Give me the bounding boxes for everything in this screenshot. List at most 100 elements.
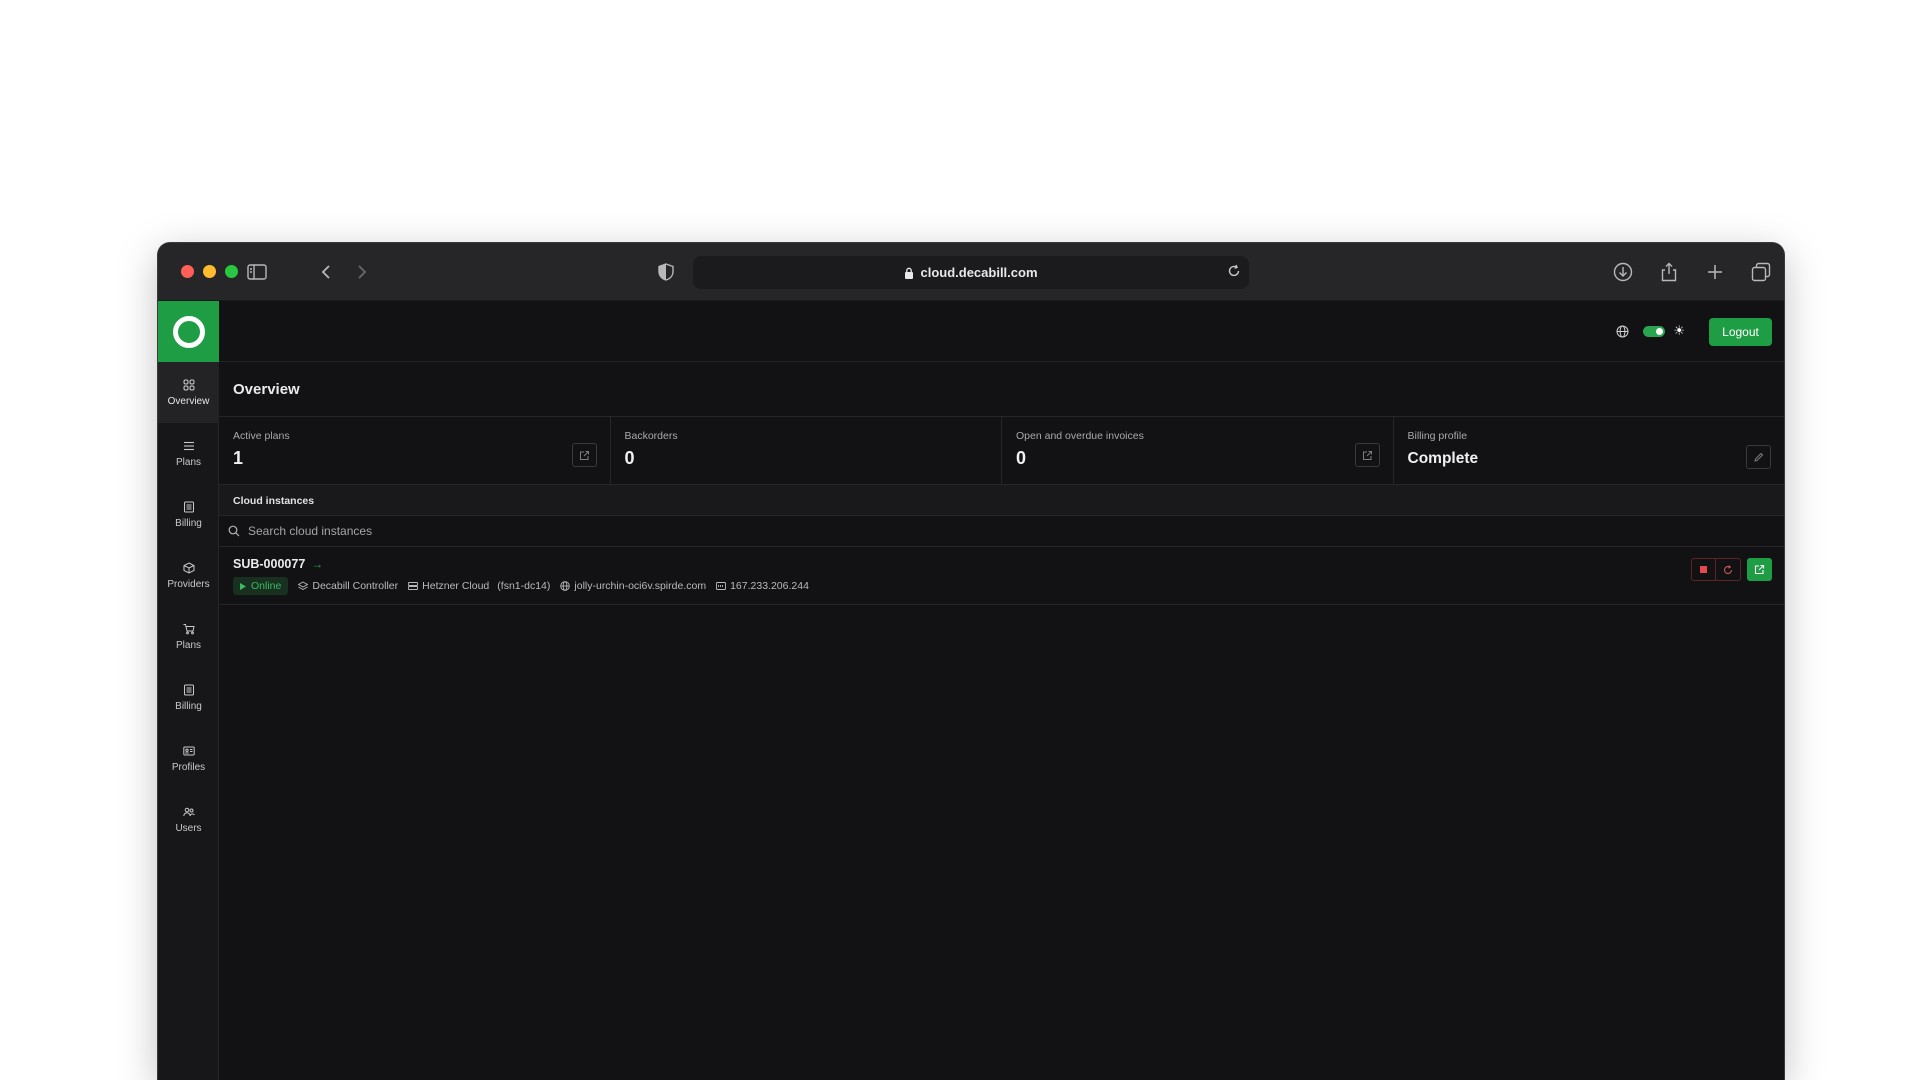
provider-info: Hetzner Cloud (fsn1-dc14) [408, 580, 550, 592]
browser-titlebar: cloud.decabill.com [158, 243, 1784, 301]
maximize-window-button[interactable] [225, 265, 238, 278]
stop-button[interactable] [1691, 558, 1716, 581]
search-icon [228, 525, 240, 537]
sidebar-item-billing-admin[interactable]: Billing [158, 667, 219, 728]
external-link-icon [1362, 450, 1372, 460]
stat-backorders: Backorders 0 [611, 417, 1002, 484]
edit-billing-profile-button[interactable] [1746, 445, 1771, 469]
status-text: Online [251, 580, 282, 592]
download-icon[interactable] [1611, 260, 1635, 284]
stat-value: Complete [1407, 450, 1479, 467]
language-globe-icon[interactable] [1616, 325, 1629, 338]
sidebar-item-plans[interactable]: Plans [158, 423, 219, 484]
layers-icon [298, 581, 309, 591]
sidebar-item-plans-shop[interactable]: Plans [158, 606, 219, 667]
back-icon[interactable] [314, 260, 338, 284]
sidebar-item-profiles[interactable]: Profiles [158, 728, 219, 789]
sidebar-item-label: Users [175, 822, 202, 834]
open-invoices-button[interactable] [1354, 443, 1380, 467]
users-icon [182, 807, 195, 816]
list-icon [183, 441, 194, 450]
stop-icon [1700, 566, 1707, 573]
tab-overview-icon[interactable] [1749, 260, 1773, 284]
stats-row: Active plans 1 Backorders 0 Open and ove… [219, 417, 1784, 485]
location-text: (fsn1-dc14) [497, 580, 551, 592]
instance-link[interactable]: SUB-000077 → [233, 557, 323, 571]
stat-billing-profile: Billing profile Complete [1394, 417, 1785, 484]
restart-icon [1723, 564, 1733, 574]
browser-window: cloud.decabill.com Overview Plans Billin… [158, 243, 1784, 1080]
sidebar-item-label: Billing [175, 700, 202, 712]
forward-icon[interactable] [350, 260, 374, 284]
controller-info: Decabill Controller [298, 580, 398, 592]
sidebar-item-label: Plans [175, 639, 201, 651]
url-text: cloud.decabill.com [920, 265, 1038, 280]
play-icon [240, 582, 246, 590]
sidebar-item-overview[interactable]: Overview [158, 362, 219, 423]
app: Overview Plans Billing Providers Plans B… [158, 301, 1784, 1080]
minimize-window-button[interactable] [203, 265, 216, 278]
stat-value: 0 [1016, 448, 1027, 468]
box-icon [183, 561, 194, 574]
sidebar-item-label: Plans [175, 456, 201, 468]
instance-meta: Online Decabill Controller Hetzner Cloud… [233, 577, 809, 595]
stat-active-plans: Active plans 1 [219, 417, 611, 484]
lock-icon [904, 267, 914, 279]
stat-invoices: Open and overdue invoices 0 [1002, 417, 1394, 484]
sidebar-item-providers[interactable]: Providers [158, 545, 219, 606]
search-bar [219, 516, 1784, 547]
stat-label: Open and overdue invoices [1016, 430, 1144, 442]
id-card-icon [182, 746, 195, 755]
sidebar-item-users[interactable]: Users [158, 789, 219, 850]
sun-icon: ☀ [1673, 323, 1685, 338]
logout-button[interactable]: Logout [1709, 318, 1772, 346]
sidebar-toggle-icon[interactable] [245, 260, 269, 284]
provider-text: Hetzner Cloud [422, 580, 490, 592]
sidebar-item-label: Billing [175, 517, 202, 529]
search-input[interactable] [248, 524, 648, 538]
restart-button[interactable] [1716, 558, 1741, 581]
receipt-icon [183, 501, 194, 512]
server-icon [408, 582, 419, 590]
open-active-plans-button[interactable] [571, 443, 597, 467]
sidebar-item-label: Profiles [171, 761, 206, 773]
sidebar-item-billing[interactable]: Billing [158, 484, 219, 545]
page-title: Overview [233, 381, 300, 398]
ring-icon [172, 315, 205, 348]
share-icon[interactable] [1657, 260, 1681, 284]
stat-label: Active plans [233, 430, 290, 442]
instance-actions [1691, 558, 1772, 581]
main-content: Overview Active plans 1 Backorders 0 Ope… [219, 362, 1784, 1080]
open-instance-button[interactable] [1747, 558, 1772, 581]
close-window-button[interactable] [181, 265, 194, 278]
external-link-icon [1754, 564, 1765, 575]
external-link-icon [579, 450, 589, 460]
cloud-instances-header: Cloud instances [219, 485, 1784, 516]
sidebar: Overview Plans Billing Providers Plans B… [158, 301, 219, 1080]
hostname-info: jolly-urchin-oci6v.spirde.com [560, 580, 706, 592]
brand-logo[interactable] [158, 301, 219, 362]
ip-info: 167.233.206.244 [716, 580, 809, 592]
globe-icon [560, 581, 571, 591]
section-title: Cloud instances [233, 495, 315, 507]
receipt-icon [183, 684, 194, 695]
network-icon [716, 582, 727, 590]
stat-value: 0 [624, 448, 635, 468]
instance-id: SUB-000077 [233, 557, 306, 571]
controller-text: Decabill Controller [312, 580, 399, 592]
new-tab-icon[interactable] [1703, 260, 1727, 284]
theme-toggle[interactable] [1643, 326, 1665, 337]
hostname-text: jolly-urchin-oci6v.spirde.com [574, 580, 707, 592]
topbar: ☀ Logout [219, 301, 1784, 362]
reload-icon[interactable] [1227, 264, 1241, 278]
stat-label: Backorders [624, 430, 678, 442]
arrow-right-icon: → [311, 557, 324, 571]
stat-label: Billing profile [1407, 430, 1468, 442]
pencil-icon [1754, 452, 1764, 462]
shield-icon[interactable] [654, 260, 678, 284]
address-bar[interactable]: cloud.decabill.com [693, 256, 1249, 289]
cart-icon [183, 623, 195, 634]
sidebar-item-label: Overview [167, 395, 210, 407]
status-badge: Online [233, 577, 289, 595]
ip-text: 167.233.206.244 [730, 580, 809, 592]
